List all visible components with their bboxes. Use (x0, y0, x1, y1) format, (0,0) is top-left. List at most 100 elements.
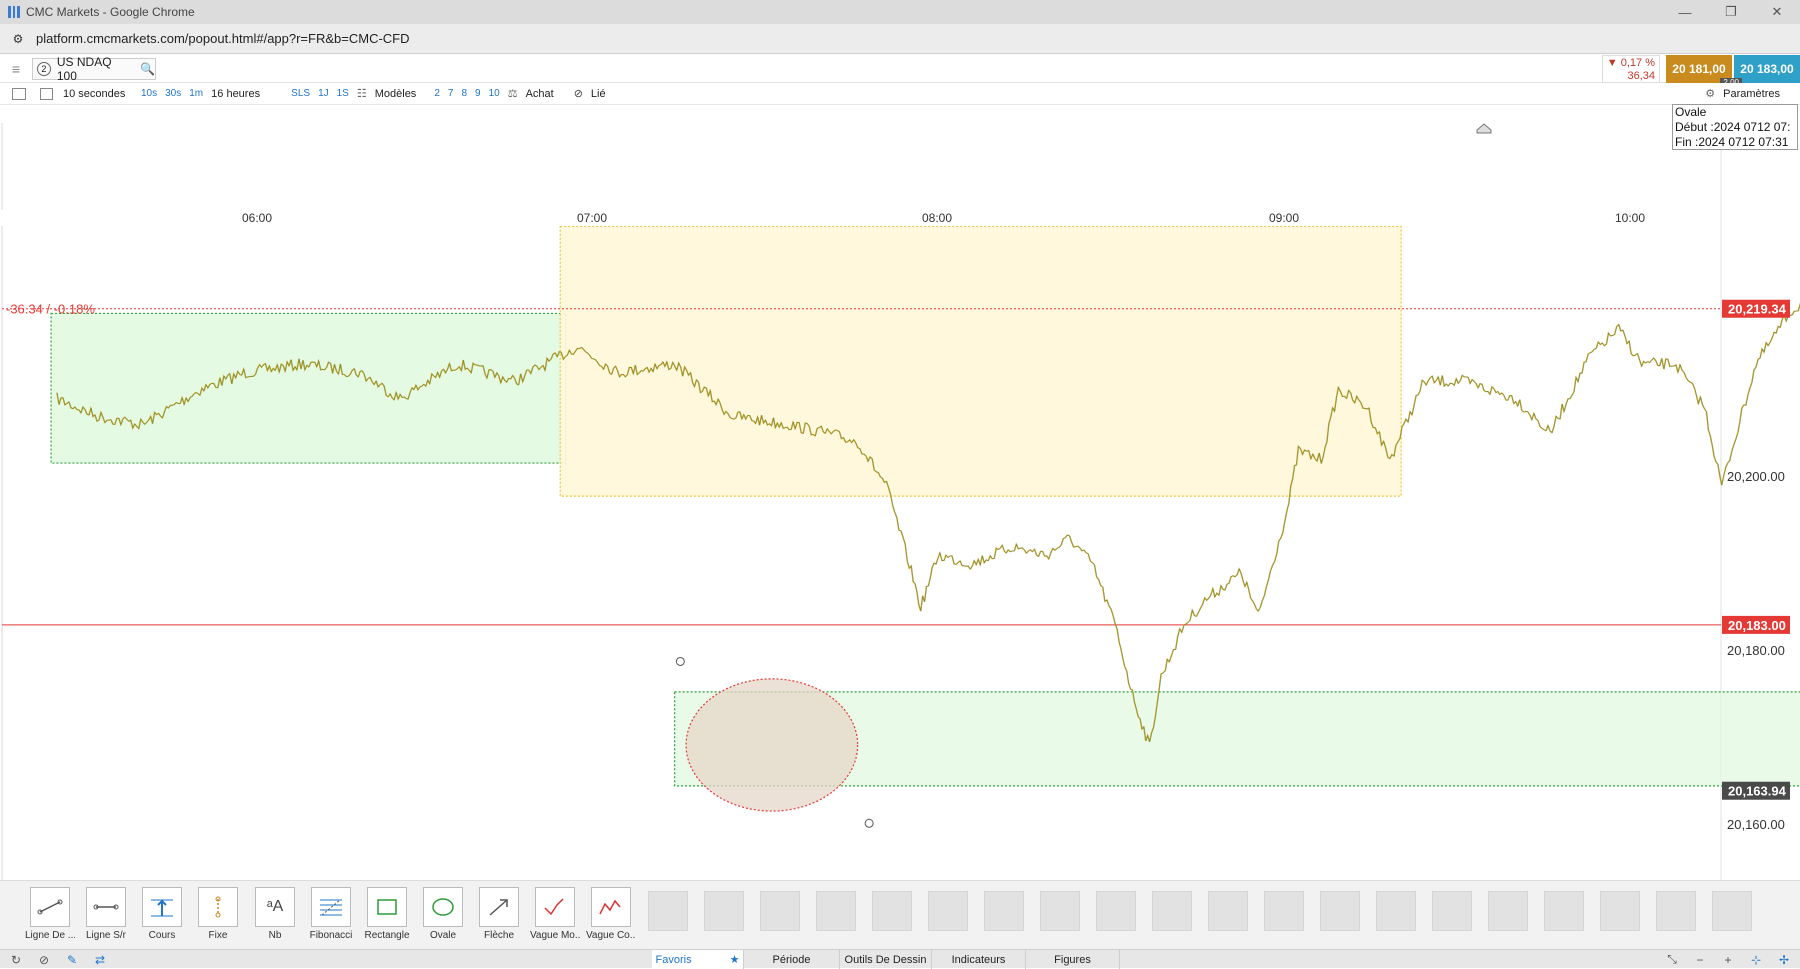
close-icon[interactable]: ✕ (1754, 0, 1800, 24)
empty-tool-slot[interactable] (1264, 891, 1304, 931)
tool-label: Fibonacci (309, 930, 353, 941)
model-10[interactable]: 10 (485, 83, 504, 105)
tool-label: Ligne S/r (85, 930, 127, 941)
sell-button[interactable]: 20 181,00 2.00 (1666, 55, 1742, 87)
tab-favoris[interactable]: Favoris ★ (652, 950, 744, 969)
pencil-icon[interactable]: ✎ (64, 952, 80, 967)
quote-panel: ▼ 0,17 % 36,34 20 181,00 2.00 20 183,00 (1602, 55, 1800, 87)
tool-wave[interactable]: Vague Mo... (530, 887, 580, 941)
interval-select[interactable]: 10 secondes (59, 83, 137, 105)
tool-corrective-wave[interactable]: Vague Co... (586, 887, 636, 941)
range-select[interactable]: 16 heures (207, 83, 287, 105)
search-icon[interactable]: 🔍 (140, 62, 155, 76)
empty-tool-slot[interactable] (1600, 891, 1640, 931)
range-sls[interactable]: SLS (287, 83, 314, 105)
cursor-icon[interactable]: ✢ (1776, 952, 1792, 967)
tab-label: Indicateurs (951, 953, 1006, 966)
settings-button[interactable]: Paramètres (1719, 83, 1800, 105)
buy-scale-icon[interactable]: ⚖ (504, 83, 522, 105)
hamburger-icon[interactable]: ≡ (4, 59, 28, 79)
empty-tool-slot[interactable] (872, 891, 912, 931)
tool-rectangle[interactable]: Rectangle (362, 887, 412, 941)
empty-tool-slot[interactable] (648, 891, 688, 931)
tab-figures[interactable]: Figures (1026, 950, 1120, 969)
tool-sr-line[interactable]: Ligne S/r (81, 887, 131, 941)
time-tick: 08:00 (921, 211, 953, 225)
empty-tool-slot[interactable] (1152, 891, 1192, 931)
window-title: CMC Markets - Google Chrome (26, 5, 195, 19)
wave-icon (535, 887, 575, 927)
zoom-out-icon[interactable]: − (1692, 952, 1708, 967)
fixed-icon (198, 887, 238, 927)
empty-tool-slot[interactable] (1544, 891, 1584, 931)
link-icon[interactable]: ⊘ (570, 83, 587, 105)
green-zone-rectangle (50, 312, 567, 464)
tab-periode[interactable]: Période (744, 950, 840, 969)
model-7[interactable]: 7 (444, 83, 458, 105)
price-label-text: 20,219.34 (1728, 302, 1787, 317)
tool-arrow[interactable]: Flèche (474, 887, 524, 941)
tool-label: Nb (268, 930, 282, 941)
empty-tool-slot[interactable] (1656, 891, 1696, 931)
model-2[interactable]: 2 (430, 83, 444, 105)
empty-tool-slot[interactable] (816, 891, 856, 931)
models-button[interactable]: Modèles (371, 83, 421, 105)
settings-icon[interactable]: ⚙ (1701, 83, 1719, 105)
empty-tool-slot[interactable] (1488, 891, 1528, 931)
crosshair-icon[interactable]: ⊹ (1748, 952, 1764, 967)
price-change: ▼ 0,17 % 36,34 (1602, 55, 1660, 83)
buy-button[interactable]: 20 183,00 (1734, 55, 1800, 83)
tool-trend-line[interactable]: Ligne De ... (25, 887, 75, 941)
tool-fixed[interactable]: Fixe (193, 887, 243, 941)
expand-icon[interactable]: ⤡ (1664, 952, 1680, 967)
zoom-in-icon[interactable]: + (1720, 952, 1736, 967)
interval-10s[interactable]: 10s (137, 83, 161, 105)
instrument-selector[interactable]: 2 US NDAQ 100 🔍 (32, 55, 156, 83)
empty-tool-slot[interactable] (1712, 891, 1752, 931)
y-tick-label: 20,200.00 (1727, 469, 1785, 484)
list-icon[interactable] (0, 83, 34, 105)
refresh-icon[interactable]: ↻ (8, 952, 24, 967)
tab-outils-de-dessin[interactable]: Outils De Dessin (840, 950, 932, 969)
url-text[interactable]: platform.cmcmarkets.com/popout.html#/app… (36, 31, 410, 46)
range-1j[interactable]: 1J (314, 83, 333, 105)
magnet-icon[interactable]: ⇄ (92, 952, 108, 967)
arrow-icon (479, 887, 519, 927)
range-1s[interactable]: 1S (333, 83, 353, 105)
fibonacci-icon (311, 887, 351, 927)
clear-icon[interactable]: ⊘ (36, 952, 52, 967)
star-icon: ★ (729, 954, 740, 966)
model-8[interactable]: 8 (457, 83, 471, 105)
restore-icon[interactable]: ❐ (1708, 0, 1754, 24)
tool-oval[interactable]: Ovale (418, 887, 468, 941)
models-icon[interactable]: ☷ (353, 83, 371, 105)
empty-tool-slot[interactable] (1096, 891, 1136, 931)
site-settings-icon[interactable]: ⚙ (10, 31, 26, 47)
interval-1m[interactable]: 1m (185, 83, 207, 105)
end-marker-icon (1476, 123, 1492, 134)
tool-fibonacci[interactable]: Fibonacci (306, 887, 356, 941)
empty-tool-slot[interactable] (928, 891, 968, 931)
linked-button[interactable]: Lié (587, 83, 610, 105)
layout-icon[interactable] (34, 83, 59, 105)
minimize-icon[interactable]: — (1662, 0, 1708, 24)
interval-30s[interactable]: 30s (161, 83, 185, 105)
change-annotation: -36.34 / -0.18% (6, 302, 95, 317)
model-9[interactable]: 9 (471, 83, 485, 105)
empty-tool-slot[interactable] (984, 891, 1024, 931)
empty-tool-slot[interactable] (1208, 891, 1248, 931)
red-zone-ellipse (685, 678, 859, 812)
empty-tool-slot[interactable] (704, 891, 744, 931)
time-tick: 10:00 (1614, 211, 1646, 225)
empty-tool-slot[interactable] (1320, 891, 1360, 931)
tool-price[interactable]: Cours (137, 887, 187, 941)
empty-tool-slot[interactable] (1376, 891, 1416, 931)
buy-mode-button[interactable]: Achat (522, 83, 558, 105)
empty-tool-slot[interactable] (1432, 891, 1472, 931)
chart-area[interactable]: 20,200.00 20,180.00 20,160.00 20,219.34 20,1… (0, 105, 1800, 880)
tab-indicateurs[interactable]: Indicateurs (932, 950, 1026, 969)
empty-tool-slot[interactable] (1040, 891, 1080, 931)
empty-tool-slot[interactable] (760, 891, 800, 931)
tool-text[interactable]: ᵃA Nb (250, 887, 300, 941)
tool-label: Ligne De ... (25, 930, 75, 941)
